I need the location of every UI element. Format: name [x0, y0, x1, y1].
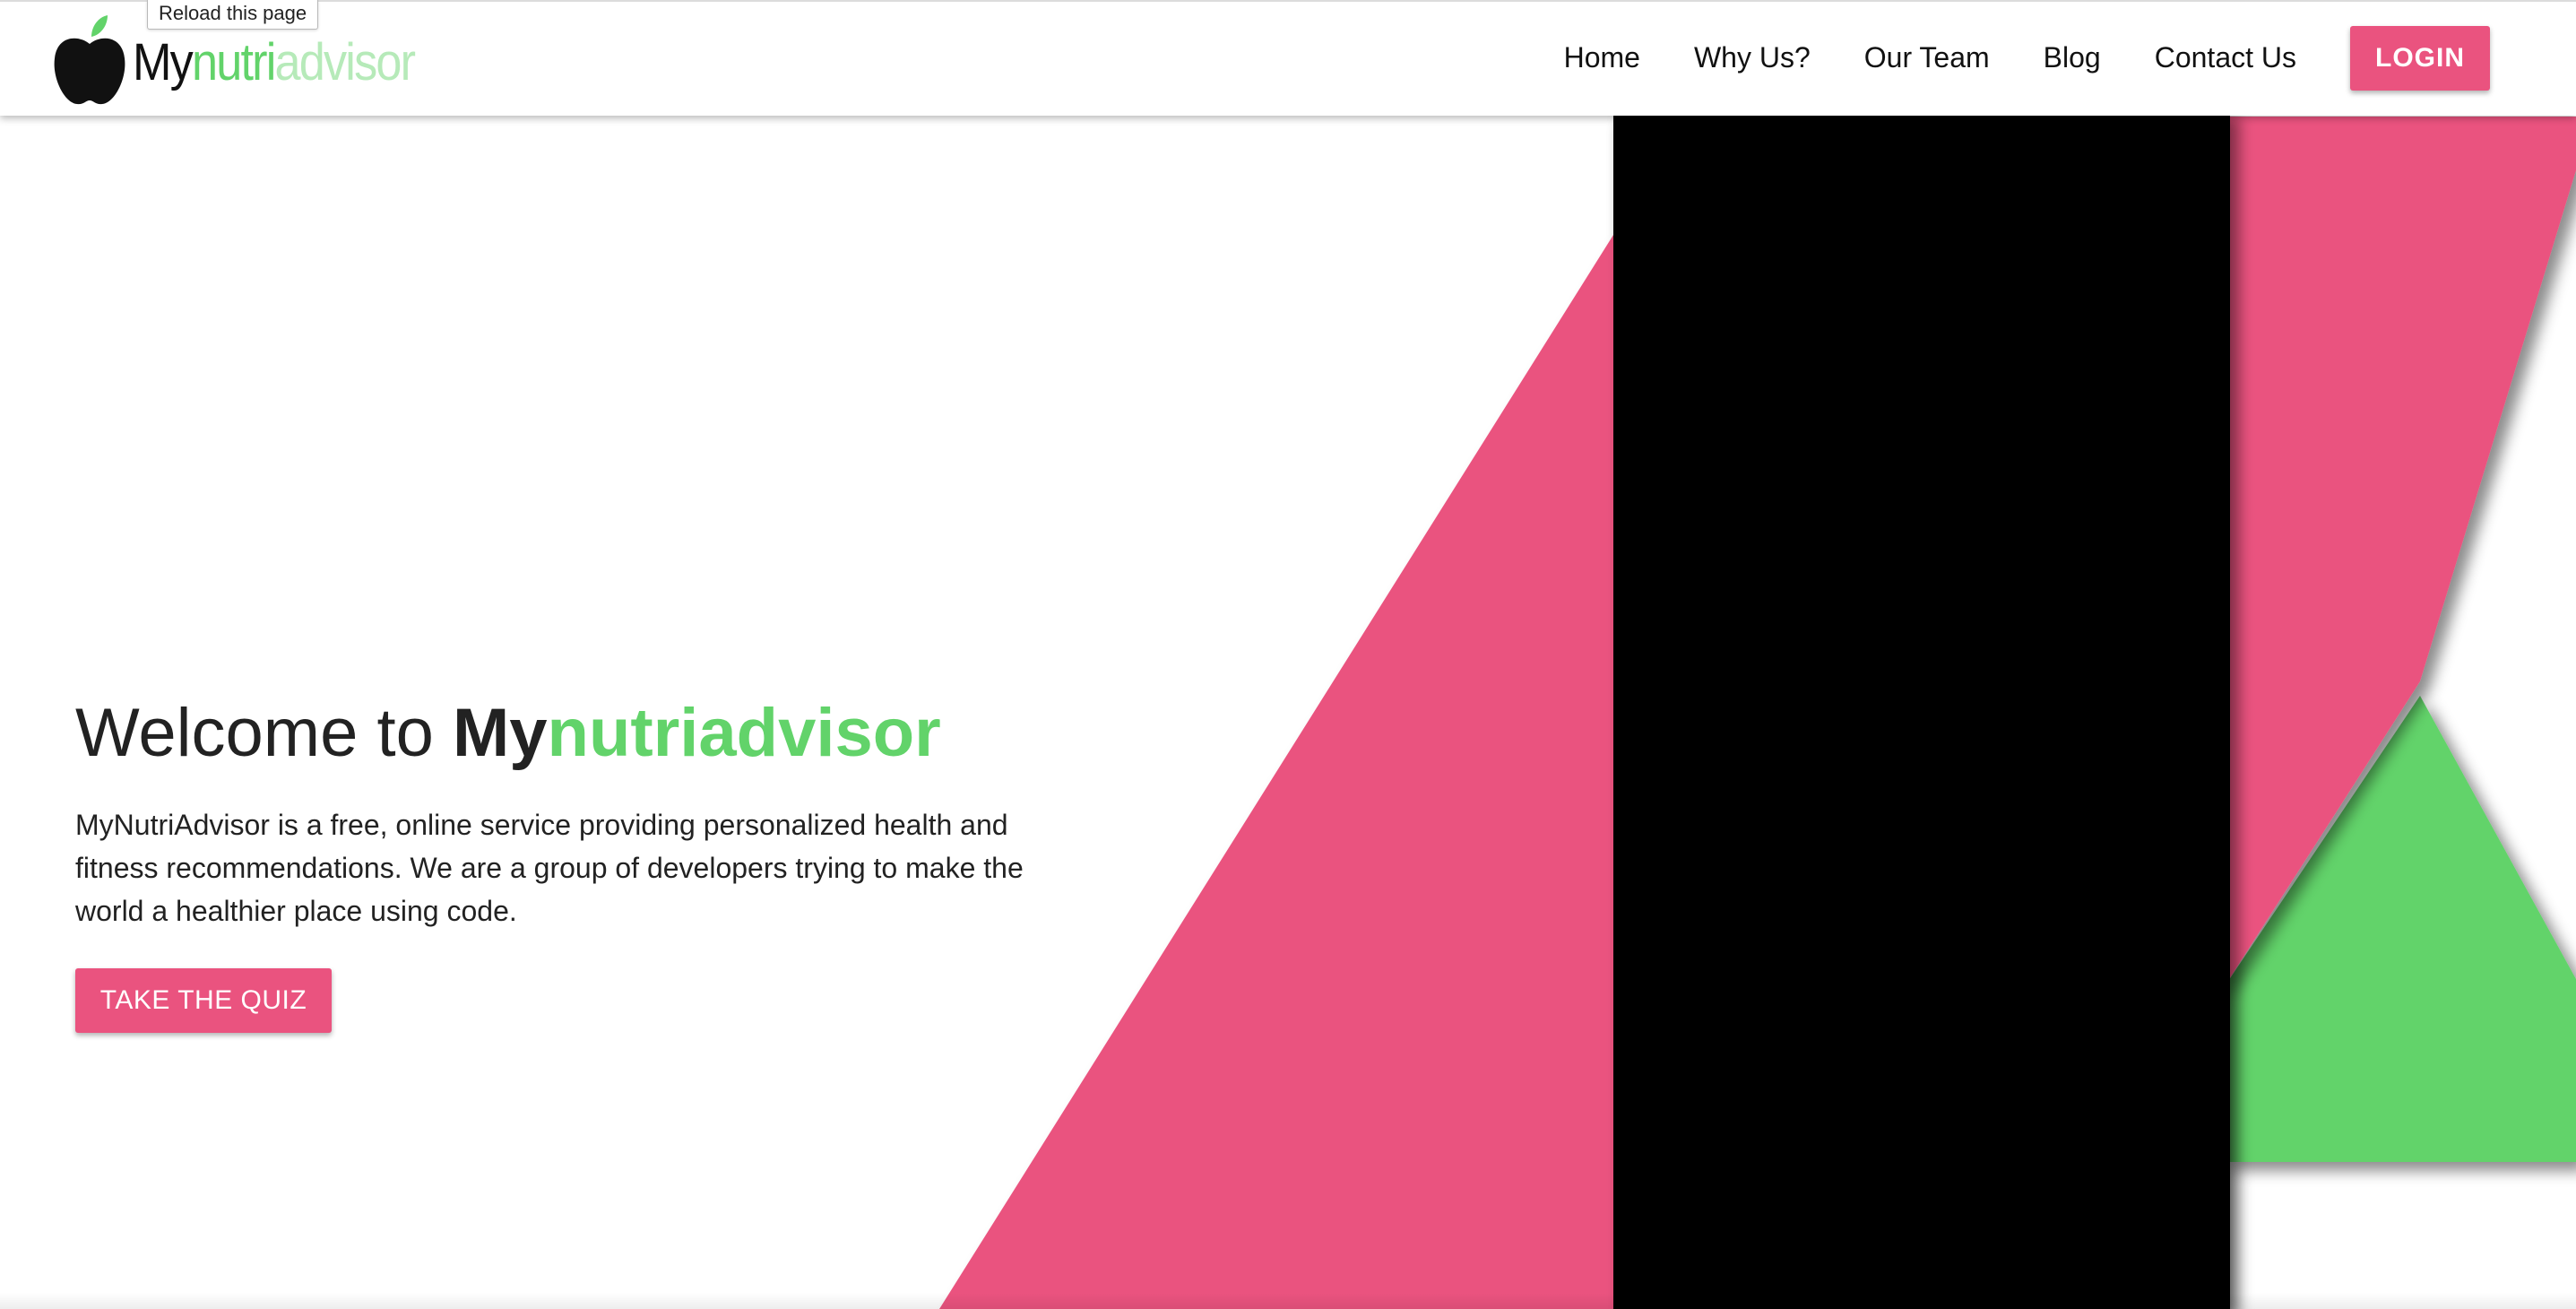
nav-home[interactable]: Home — [1564, 41, 1640, 74]
nav-links: Home Why Us? Our Team Blog Contact Us LO… — [1564, 2, 2576, 114]
hero-title-prefix: Welcome to — [75, 695, 453, 771]
nav-contact-us[interactable]: Contact Us — [2155, 41, 2296, 74]
hero-title: Welcome to Mynutriadvisor — [75, 696, 1061, 771]
logo-nutri: nutri — [191, 33, 276, 91]
hero-description: MyNutriAdvisor is a free, online service… — [75, 808, 1024, 927]
hero-content: Welcome to Mynutriadvisor MyNutriAdvisor… — [75, 696, 1061, 1033]
reload-tooltip: Reload this page — [147, 0, 319, 30]
nav-why-us[interactable]: Why Us? — [1694, 41, 1811, 74]
navbar: Mynutriadvisor Home Why Us? Our Team Blo… — [0, 0, 2576, 116]
logo-my: My — [133, 33, 194, 91]
logo-text: Mynutriadvisor — [133, 32, 416, 92]
page: Mynutriadvisor Home Why Us? Our Team Blo… — [0, 0, 2576, 1309]
nav-blog[interactable]: Blog — [2044, 41, 2101, 74]
take-quiz-button[interactable]: TAKE THE QUIZ — [75, 967, 332, 1033]
apple-icon — [54, 14, 125, 104]
nav-our-team[interactable]: Our Team — [1864, 41, 1990, 74]
hero-brand-rest: nutriadvisor — [547, 695, 941, 771]
logo-advisor: advisor — [274, 33, 416, 91]
hero-artwork — [939, 108, 2576, 1309]
bottom-shade — [0, 1293, 2576, 1309]
login-button[interactable]: LOGIN — [2350, 25, 2490, 91]
black-panel — [1613, 108, 2230, 1309]
hero-brand-my: My — [452, 695, 548, 771]
